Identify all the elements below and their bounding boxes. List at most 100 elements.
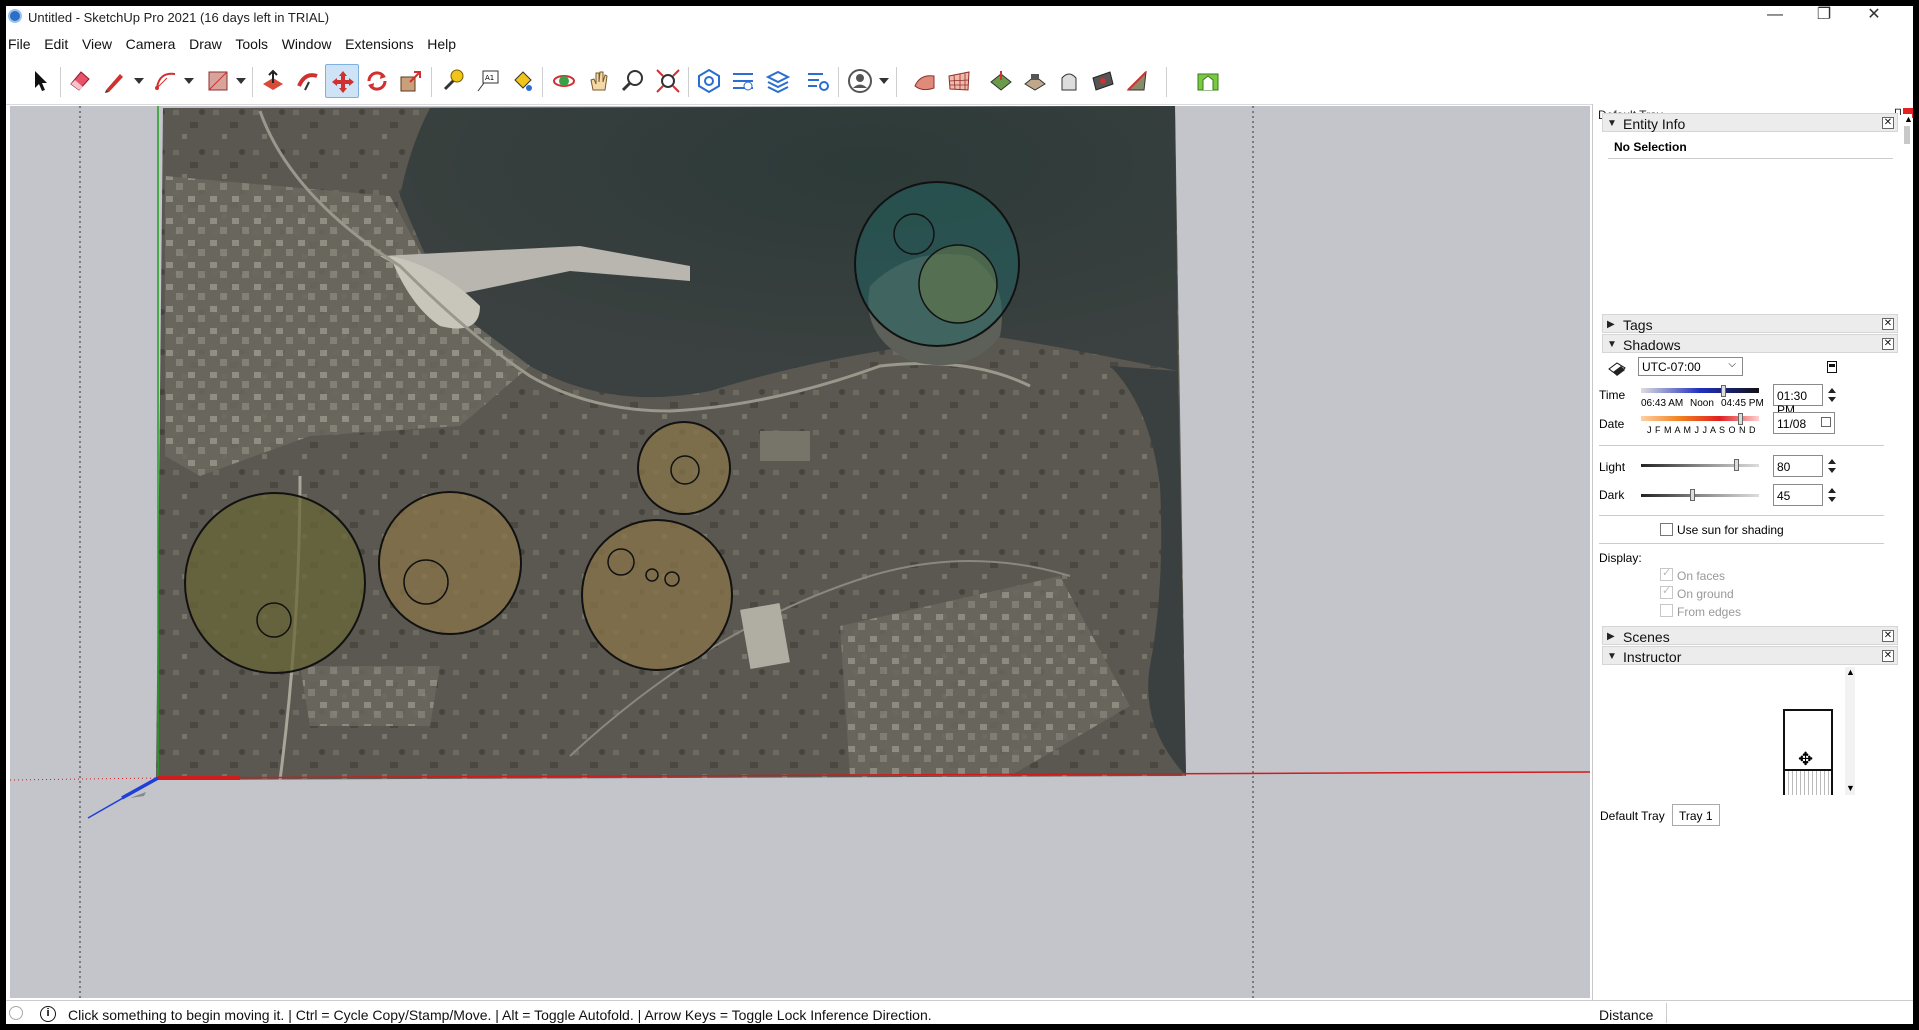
time-slider-track[interactable]	[1641, 388, 1759, 393]
account-button[interactable]	[843, 64, 877, 98]
menu-window[interactable]: Window	[282, 32, 332, 52]
timezone-select[interactable]: UTC-07:00 ⌵	[1638, 357, 1743, 376]
menu-camera[interactable]: Camera	[126, 32, 176, 52]
smoove-tool-button[interactable]	[984, 64, 1018, 98]
light-input[interactable]: 80	[1773, 455, 1823, 477]
pan-tool-button[interactable]	[582, 64, 616, 98]
orbit-tool-button[interactable]	[547, 64, 581, 98]
light-stepper[interactable]	[1825, 455, 1839, 477]
light-slider-thumb[interactable]	[1734, 459, 1739, 471]
sandbox-from-contours-button[interactable]	[908, 64, 942, 98]
instructor-header[interactable]: ▼ Instructor ✕	[1602, 646, 1898, 665]
menu-extensions[interactable]: Extensions	[345, 32, 413, 52]
line-tool-button[interactable]	[98, 64, 132, 98]
site-circle[interactable]	[581, 519, 733, 671]
drape-tool-button[interactable]	[1052, 64, 1086, 98]
tags-header[interactable]: ▶ Tags ✕	[1602, 314, 1898, 333]
expand-details-icon[interactable]	[1827, 361, 1837, 373]
warehouse-icon	[698, 68, 720, 94]
time-stepper[interactable]	[1825, 384, 1839, 406]
zoom-extents-icon	[656, 69, 680, 93]
close-panel-icon[interactable]: ✕	[1882, 338, 1894, 350]
tape-measure-tool-button[interactable]	[436, 64, 470, 98]
arc-tool-button[interactable]	[149, 64, 183, 98]
menu-view[interactable]: View	[82, 32, 112, 52]
account-dropdown-icon[interactable]	[879, 78, 889, 84]
close-panel-icon[interactable]: ✕	[1882, 650, 1894, 662]
on-ground-checkbox[interactable]	[1660, 584, 1673, 599]
site-circle[interactable]	[184, 492, 366, 674]
model-viewport[interactable]	[10, 106, 1590, 998]
menu-edit[interactable]: Edit	[44, 32, 68, 52]
shadows-header[interactable]: ▼ Shadows ✕	[1602, 334, 1898, 353]
close-panel-icon[interactable]: ✕	[1882, 318, 1894, 330]
close-button[interactable]: ✕	[1851, 6, 1897, 28]
stamp-tool-button[interactable]	[1018, 64, 1052, 98]
hand-pan-icon	[590, 71, 608, 91]
shadow-toggle-icon[interactable]	[1607, 360, 1627, 378]
move-arrows-icon	[332, 71, 354, 93]
rotate-tool-button[interactable]	[360, 64, 394, 98]
model-canvas[interactable]	[10, 106, 1590, 998]
close-panel-icon[interactable]: ✕	[1882, 117, 1894, 129]
follow-me-icon	[297, 73, 318, 91]
site-circle[interactable]	[378, 491, 522, 635]
on-faces-checkbox[interactable]	[1660, 566, 1673, 581]
text-tool-button[interactable]: A1	[471, 64, 505, 98]
tab-default-tray[interactable]: Default Tray	[1593, 804, 1672, 826]
dark-slider-thumb[interactable]	[1690, 489, 1695, 501]
time-slider-thumb[interactable]	[1721, 385, 1726, 397]
layout-button[interactable]	[761, 64, 795, 98]
rectangle-tool-button[interactable]	[201, 64, 235, 98]
add-location-button[interactable]	[1191, 64, 1225, 98]
shape-dropdown-icon[interactable]	[236, 78, 246, 84]
dark-input[interactable]: 45	[1773, 484, 1823, 506]
light-slider-track[interactable]	[1641, 464, 1759, 467]
extension-warehouse-button[interactable]	[726, 64, 760, 98]
extension-manager-button[interactable]	[801, 64, 835, 98]
select-tool-button[interactable]	[23, 64, 57, 98]
date-slider-thumb[interactable]	[1738, 413, 1743, 425]
entity-info-header[interactable]: ▼ Entity Info ✕	[1602, 113, 1898, 132]
arc-dropdown-icon[interactable]	[184, 78, 194, 84]
scale-tool-button[interactable]	[394, 64, 428, 98]
eraser-tool-button[interactable]	[63, 64, 97, 98]
sandbox-from-scratch-button[interactable]	[942, 64, 976, 98]
sub-circle[interactable]	[918, 244, 998, 324]
time-input[interactable]: 01:30 PM	[1773, 384, 1823, 417]
close-panel-icon[interactable]: ✕	[1882, 630, 1894, 642]
date-input[interactable]: 11/08	[1773, 412, 1835, 434]
tray-scrollbar[interactable]: ▲	[1902, 114, 1913, 804]
select-arrow-icon	[35, 71, 47, 91]
flip-edge-tool-button[interactable]	[1120, 64, 1154, 98]
scenes-header[interactable]: ▶ Scenes ✕	[1602, 626, 1898, 645]
geo-location-status-icon[interactable]	[9, 1006, 23, 1020]
menu-draw[interactable]: Draw	[189, 32, 222, 52]
paint-bucket-tool-button[interactable]	[505, 64, 539, 98]
dark-stepper[interactable]	[1825, 484, 1839, 506]
menu-help[interactable]: Help	[427, 32, 456, 52]
menu-file[interactable]: File	[8, 32, 31, 52]
orbit-icon	[553, 75, 575, 87]
move-tool-button[interactable]	[325, 64, 359, 98]
maximize-button[interactable]: ❐	[1801, 6, 1847, 28]
add-detail-tool-button[interactable]	[1086, 64, 1120, 98]
zoom-extents-tool-button[interactable]	[651, 64, 685, 98]
measurements-input[interactable]	[1666, 1003, 1912, 1023]
push-pull-tool-button[interactable]	[256, 64, 290, 98]
follow-me-tool-button[interactable]	[291, 64, 325, 98]
minimize-button[interactable]: —	[1752, 6, 1798, 28]
rectangle-icon	[208, 71, 228, 91]
tab-tray-1[interactable]: Tray 1	[1672, 804, 1720, 826]
dark-slider-track[interactable]	[1641, 494, 1759, 497]
site-circle[interactable]	[637, 421, 731, 515]
menu-tools[interactable]: Tools	[235, 32, 268, 52]
line-dropdown-icon[interactable]	[134, 78, 144, 84]
instructor-scrollbar[interactable]: ▲ ▼	[1845, 667, 1855, 795]
from-edges-checkbox[interactable]	[1660, 604, 1673, 617]
use-sun-checkbox[interactable]	[1660, 523, 1673, 536]
zoom-tool-button[interactable]	[616, 64, 650, 98]
expand-triangle-icon: ▶	[1607, 631, 1615, 642]
3d-warehouse-button[interactable]	[692, 64, 726, 98]
info-icon[interactable]: i	[40, 1006, 56, 1022]
